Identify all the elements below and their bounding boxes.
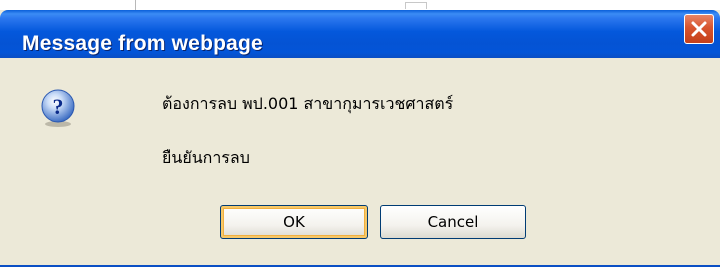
message-text-line1: ต้องการลบ พป.001 สาขากุมารเวชศาสตร์: [162, 94, 454, 113]
ok-button[interactable]: OK: [220, 205, 368, 239]
close-icon: [691, 21, 707, 37]
dialog-titlebar[interactable]: Message from webpage: [0, 10, 720, 58]
message-text-line2: ยืนยันการลบ: [162, 148, 250, 167]
close-button[interactable]: [684, 14, 714, 44]
question-icon: ?: [41, 89, 75, 127]
dialog-title: Message from webpage: [22, 32, 263, 55]
cancel-button[interactable]: Cancel: [380, 205, 526, 239]
background-element: [405, 2, 427, 9]
background-divider: [135, 0, 136, 10]
svg-text:?: ?: [53, 94, 64, 119]
background-page-strip: [0, 0, 720, 10]
